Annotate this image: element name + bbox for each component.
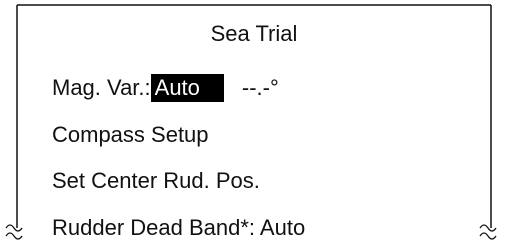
mag-var-reading: --.-° xyxy=(241,75,279,100)
menu-title: Sea Trial xyxy=(210,21,298,46)
left-break-mark-icon xyxy=(5,224,23,240)
mag-var-menu-item[interactable]: Mag. Var.: Auto --.-° xyxy=(52,74,279,102)
mag-var-mode-selected[interactable]: Auto xyxy=(150,74,224,102)
mag-var-label: Mag. Var.: xyxy=(52,75,151,100)
rudder-dead-band-menu-item[interactable]: Rudder Dead Band*: Auto xyxy=(52,214,305,242)
right-break-mark-icon xyxy=(479,224,497,240)
set-center-rudder-menu-item[interactable]: Set Center Rud. Pos. xyxy=(52,167,260,195)
compass-setup-menu-item[interactable]: Compass Setup xyxy=(52,121,209,149)
